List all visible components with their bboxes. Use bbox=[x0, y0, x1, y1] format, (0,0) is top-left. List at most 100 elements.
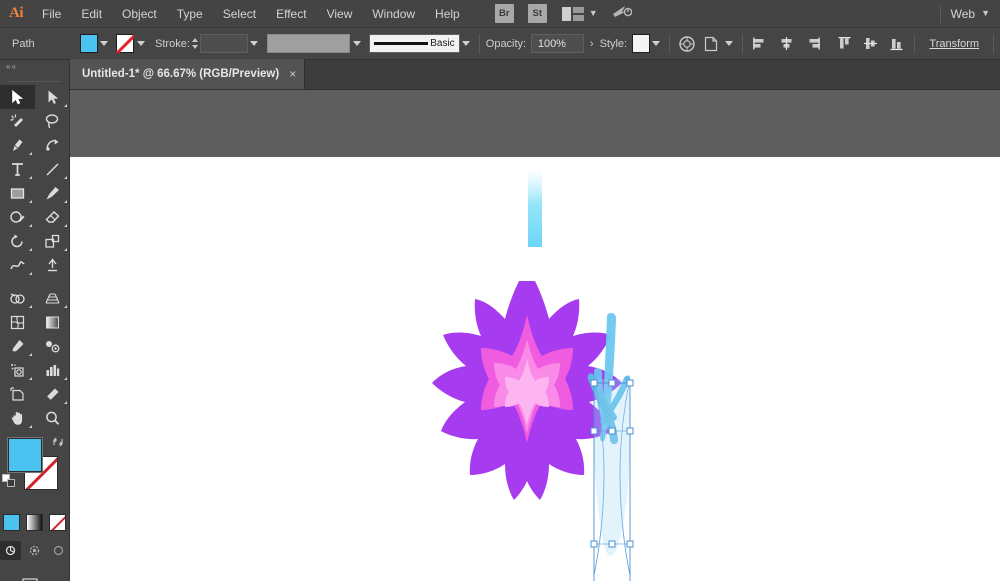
gradient-mode-button[interactable] bbox=[26, 514, 43, 531]
color-mode-button[interactable] bbox=[3, 514, 20, 531]
arrange-documents-icon[interactable]: ▼ bbox=[561, 6, 598, 21]
scale-tool[interactable] bbox=[35, 229, 70, 253]
toolbar-fill-swatch[interactable] bbox=[8, 438, 42, 472]
shaper-pencil-tool[interactable] bbox=[0, 205, 35, 229]
artboard-tool[interactable] bbox=[0, 382, 35, 406]
blend-tool[interactable] bbox=[35, 334, 70, 358]
stroke-weight-dropdown-icon[interactable] bbox=[248, 34, 261, 53]
align-left-icon[interactable] bbox=[749, 33, 773, 55]
divider bbox=[668, 33, 670, 54]
stroke-dropdown-icon[interactable] bbox=[134, 34, 147, 53]
stroke-weight-stepper[interactable] bbox=[190, 34, 200, 53]
close-icon[interactable]: × bbox=[289, 68, 296, 80]
menu-select[interactable]: Select bbox=[213, 0, 266, 28]
handle-bottom-left bbox=[590, 540, 598, 548]
color-mode-buttons bbox=[0, 514, 69, 531]
app-logo-icon: Ai bbox=[9, 5, 24, 21]
free-transform-tool[interactable] bbox=[35, 253, 70, 277]
change-screen-mode-button[interactable] bbox=[0, 576, 69, 581]
gradient-tool[interactable] bbox=[35, 310, 70, 334]
symbol-sprayer-tool[interactable] bbox=[0, 358, 35, 382]
document-setup-icon[interactable] bbox=[698, 33, 722, 55]
handle-middle-left bbox=[590, 427, 598, 435]
menu-effect[interactable]: Effect bbox=[266, 0, 316, 28]
workspace-switcher[interactable]: Web ▼ bbox=[945, 7, 1000, 21]
sea-urchin-flower-artwork[interactable] bbox=[70, 157, 1000, 581]
menu-edit[interactable]: Edit bbox=[71, 0, 112, 28]
menubar-right-group: Web ▼ bbox=[936, 0, 1000, 28]
recolor-artwork-icon[interactable] bbox=[676, 33, 699, 55]
menu-file[interactable]: File bbox=[32, 0, 71, 28]
flyout-indicator-icon bbox=[64, 401, 67, 404]
slice-tool[interactable] bbox=[35, 382, 70, 406]
tools-panel: «« bbox=[0, 60, 70, 581]
paintbrush-tool[interactable] bbox=[35, 181, 70, 205]
menu-window[interactable]: Window bbox=[362, 0, 425, 28]
shape-builder-tool[interactable] bbox=[0, 286, 35, 310]
stroke-color-swatch[interactable] bbox=[116, 34, 135, 53]
drawing-mode-buttons bbox=[0, 541, 69, 560]
default-fill-stroke-icon[interactable] bbox=[2, 474, 16, 488]
variable-width-profile-field[interactable] bbox=[266, 34, 351, 53]
document-area-background bbox=[70, 90, 1000, 157]
transform-panel-link[interactable]: Transform bbox=[921, 38, 987, 50]
hand-tool[interactable] bbox=[0, 406, 35, 430]
opacity-label: Opacity: bbox=[485, 37, 527, 50]
flyout-indicator-icon bbox=[29, 152, 32, 155]
variable-width-dropdown-icon[interactable] bbox=[350, 34, 363, 53]
menu-view[interactable]: View bbox=[317, 0, 363, 28]
draw-inside-button[interactable] bbox=[48, 541, 69, 560]
document-tab[interactable]: Untitled-1* @ 66.67% (RGB/Preview) × bbox=[70, 59, 306, 89]
stroke-weight-field[interactable] bbox=[200, 34, 248, 53]
style-label: Style: bbox=[599, 37, 628, 50]
menu-type[interactable]: Type bbox=[167, 0, 213, 28]
handle-bottom-center bbox=[608, 540, 616, 548]
bridge-icon[interactable]: Br bbox=[494, 4, 514, 23]
lasso-tool[interactable] bbox=[35, 109, 70, 133]
graphic-style-swatch[interactable] bbox=[631, 34, 650, 53]
fill-color-swatch[interactable] bbox=[79, 34, 98, 53]
opacity-field[interactable]: 100% bbox=[530, 34, 584, 53]
draw-normal-button[interactable] bbox=[0, 541, 21, 560]
eraser-tool[interactable] bbox=[35, 205, 70, 229]
adobe-stock-icon[interactable]: St bbox=[527, 4, 547, 23]
line-segment-tool[interactable] bbox=[35, 157, 70, 181]
brush-definition-field[interactable]: Basic bbox=[368, 34, 460, 53]
flyout-indicator-icon bbox=[29, 272, 32, 275]
flyout-indicator-icon bbox=[29, 353, 32, 356]
pen-tool[interactable] bbox=[0, 133, 35, 157]
column-graph-tool[interactable] bbox=[35, 358, 70, 382]
rotate-tool[interactable] bbox=[0, 229, 35, 253]
zoom-tool[interactable] bbox=[35, 406, 70, 430]
curvature-tool[interactable] bbox=[35, 133, 70, 157]
rectangle-tool[interactable] bbox=[0, 181, 35, 205]
menu-object[interactable]: Object bbox=[112, 0, 167, 28]
none-mode-button[interactable] bbox=[49, 514, 66, 531]
document-dropdown-icon[interactable] bbox=[723, 34, 736, 53]
perspective-grid-tool[interactable] bbox=[35, 286, 70, 310]
width-tool[interactable] bbox=[0, 253, 35, 277]
eyedropper-tool[interactable] bbox=[0, 334, 35, 358]
brush-dropdown-icon[interactable] bbox=[460, 34, 473, 53]
direct-selection-tool[interactable] bbox=[35, 85, 70, 109]
tools-panel-grip[interactable]: «« bbox=[0, 60, 69, 72]
align-top-icon[interactable] bbox=[832, 33, 856, 55]
fill-dropdown-icon[interactable] bbox=[98, 34, 111, 53]
opacity-options-icon[interactable]: › bbox=[584, 38, 600, 50]
draw-behind-button[interactable] bbox=[24, 541, 45, 560]
align-bottom-icon[interactable] bbox=[884, 33, 908, 55]
type-tool[interactable] bbox=[0, 157, 35, 181]
magic-wand-tool[interactable] bbox=[0, 109, 35, 133]
style-dropdown-icon[interactable] bbox=[650, 34, 663, 53]
share-on-behance-icon[interactable] bbox=[612, 3, 632, 24]
control-bar: Path Stroke: Basic Opacity: 100% › Style… bbox=[0, 28, 1000, 60]
swap-fill-stroke-icon[interactable] bbox=[52, 436, 64, 448]
align-vertical-center-icon[interactable] bbox=[858, 33, 882, 55]
artboard-canvas[interactable] bbox=[70, 157, 1000, 581]
align-horizontal-center-icon[interactable] bbox=[775, 33, 799, 55]
align-right-icon[interactable] bbox=[801, 33, 825, 55]
selection-tool[interactable] bbox=[0, 85, 35, 109]
menu-help[interactable]: Help bbox=[425, 0, 470, 28]
mesh-tool[interactable] bbox=[0, 310, 35, 334]
tools-panel-drag-handle[interactable] bbox=[8, 72, 61, 82]
